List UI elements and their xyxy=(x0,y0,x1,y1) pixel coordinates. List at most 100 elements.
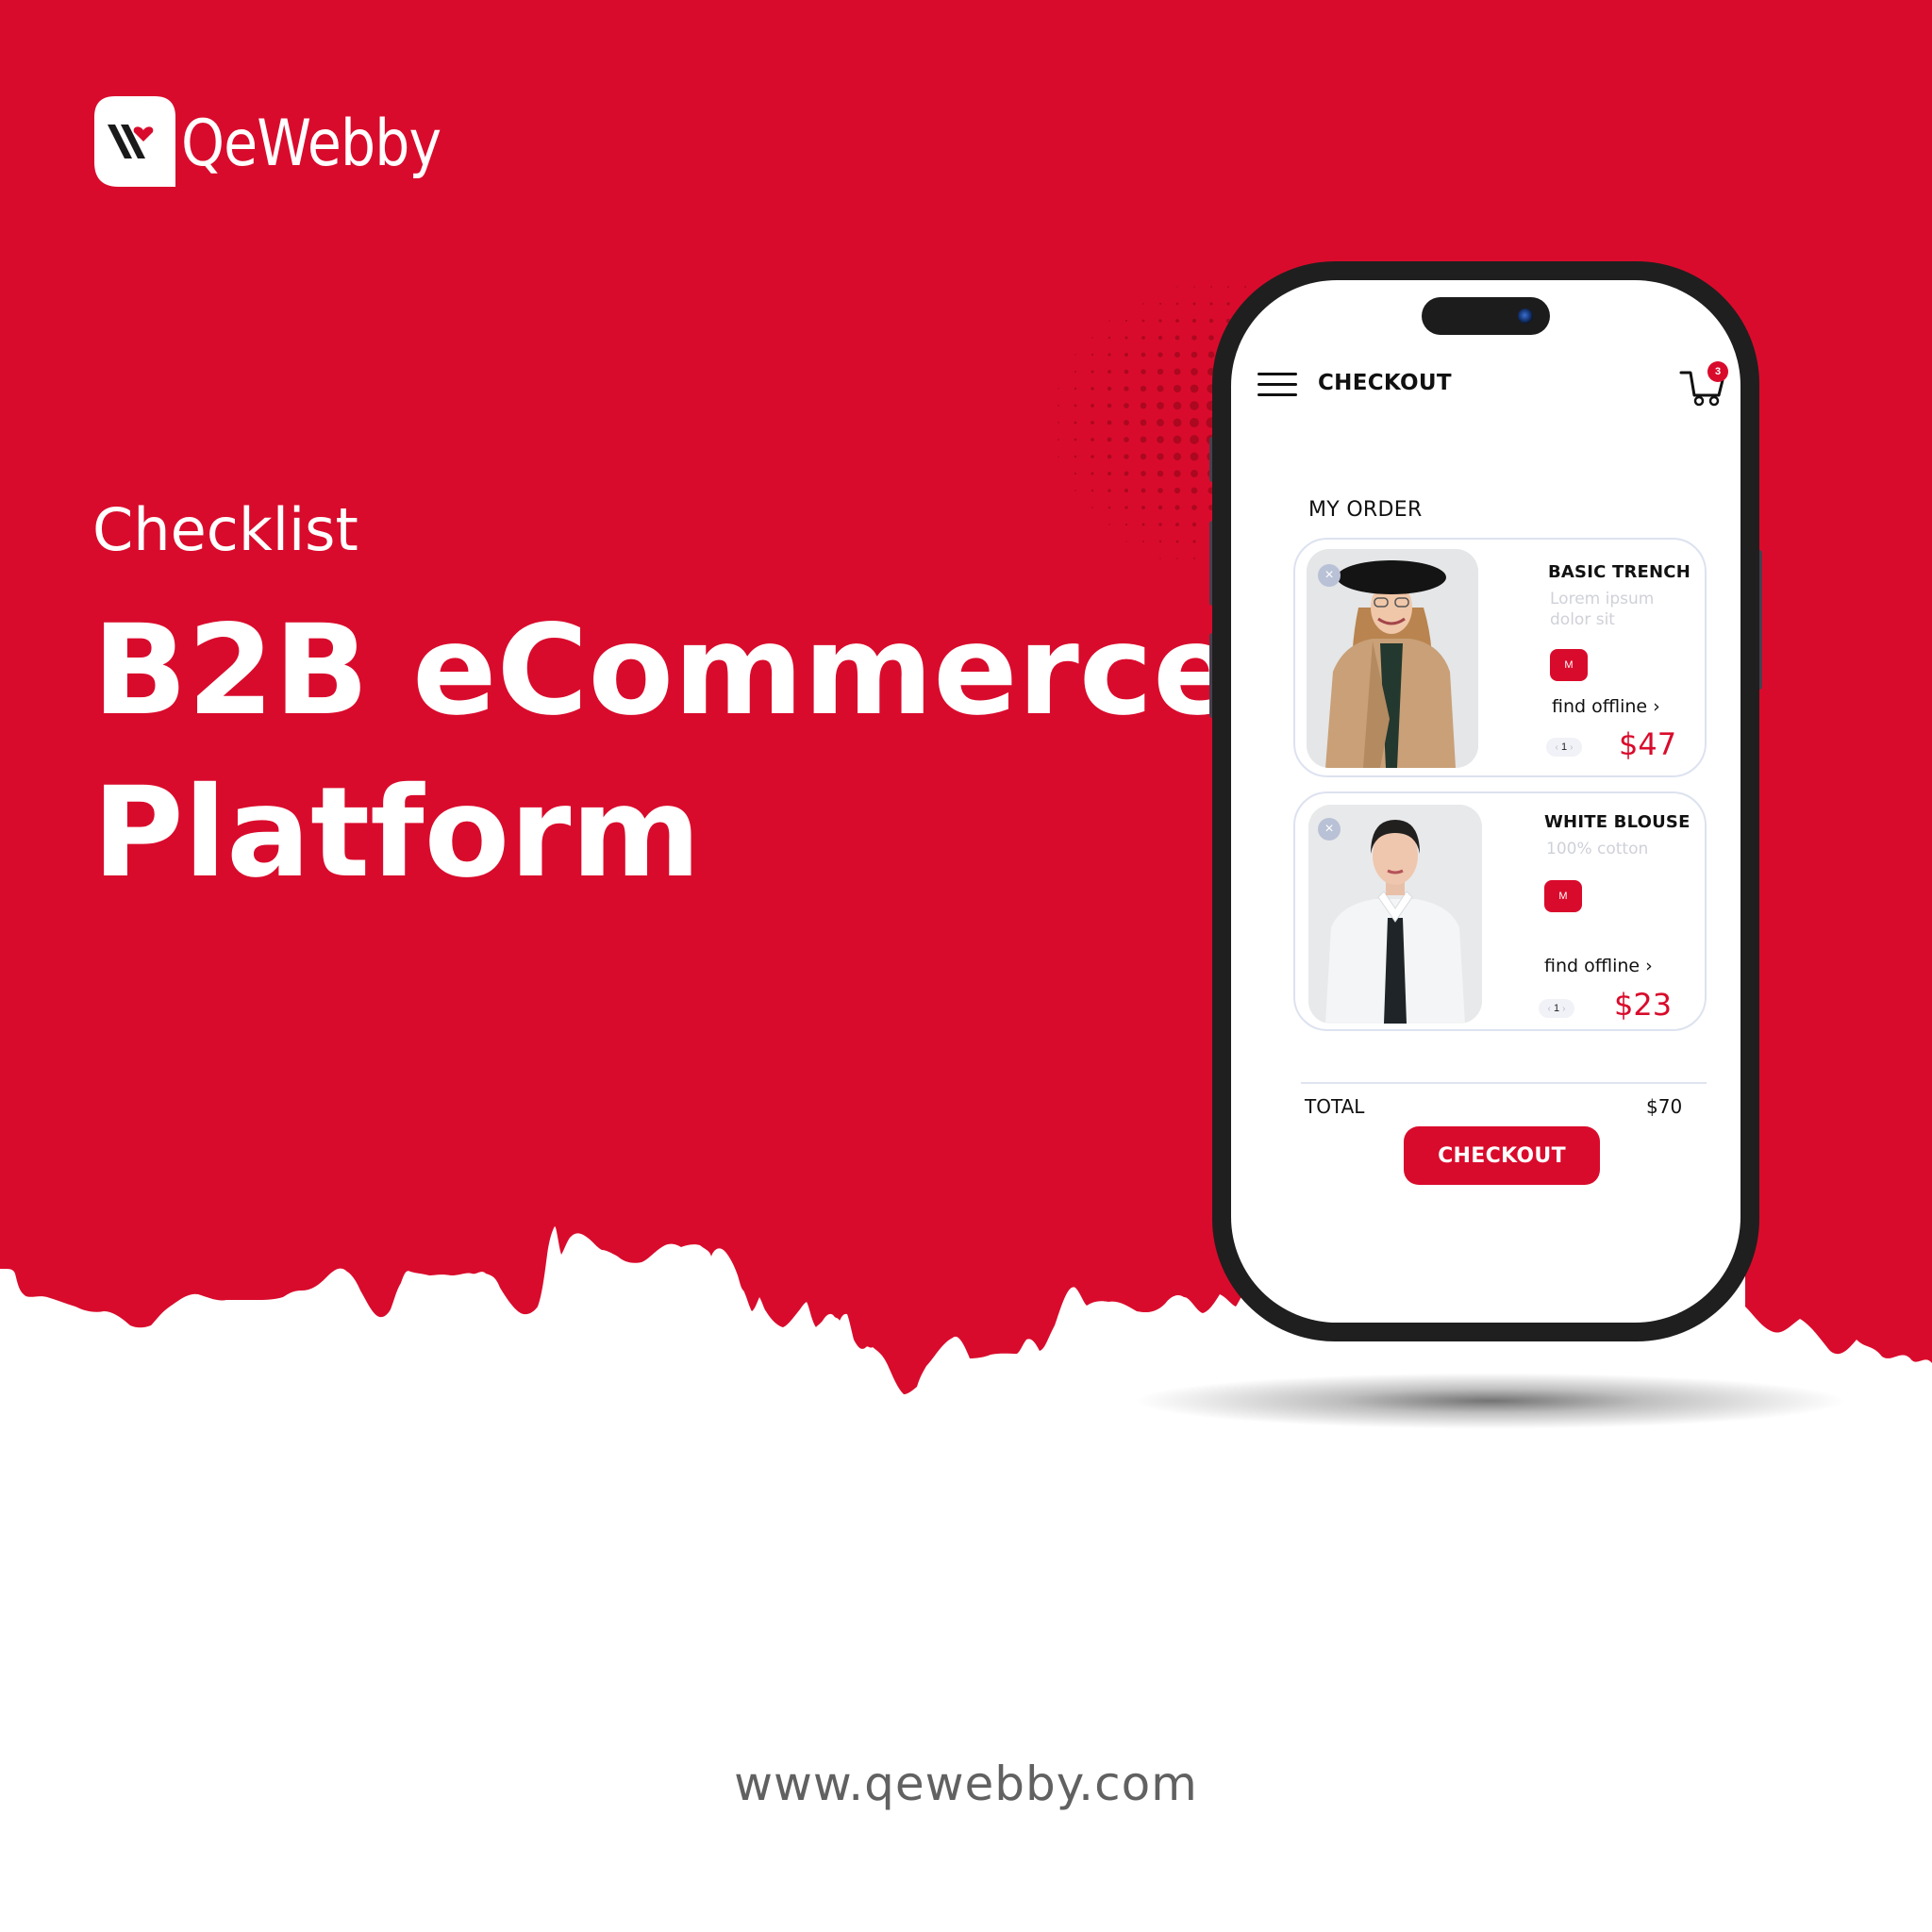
halftone-dot xyxy=(1157,470,1164,477)
halftone-dot xyxy=(1174,351,1181,358)
halftone-dot xyxy=(1124,336,1128,340)
dynamic-island xyxy=(1422,297,1550,335)
halftone-dot xyxy=(1191,522,1197,527)
halftone-dot xyxy=(1107,403,1112,408)
checkout-button[interactable]: CHECKOUT xyxy=(1404,1126,1600,1185)
halftone-dot xyxy=(1108,489,1111,492)
halftone-dot xyxy=(1191,351,1198,358)
halftone-dot xyxy=(1176,286,1178,288)
find-offline-link[interactable]: find offline › xyxy=(1552,696,1660,717)
halftone-dot xyxy=(1091,507,1093,508)
item-name: BASIC TRENCH xyxy=(1548,562,1690,582)
halftone-dot xyxy=(1058,422,1059,424)
halftone-dot xyxy=(1140,402,1147,409)
halftone-dot xyxy=(1108,353,1111,357)
item-price: $47 xyxy=(1619,726,1677,762)
size-badge[interactable]: M xyxy=(1550,649,1588,681)
halftone-dot xyxy=(1174,368,1181,375)
halftone-dot xyxy=(1140,385,1147,392)
halftone-dot xyxy=(1158,540,1162,543)
hamburger-menu-icon[interactable] xyxy=(1257,373,1297,397)
halftone-dot xyxy=(1124,437,1129,442)
halftone-dot xyxy=(1190,435,1199,444)
halftone-dot xyxy=(1091,353,1094,357)
halftone-dot xyxy=(1107,437,1112,442)
halftone-dot xyxy=(1091,387,1094,391)
halftone-dot xyxy=(1074,490,1076,491)
decrement-icon[interactable]: ‹ xyxy=(1548,1004,1551,1014)
halftone-dot xyxy=(1074,387,1077,391)
halftone-dot xyxy=(1124,319,1128,323)
decrement-icon[interactable]: ‹ xyxy=(1556,742,1558,753)
halftone-dot xyxy=(1174,470,1181,477)
quantity-stepper[interactable]: ‹ 1 › xyxy=(1539,999,1574,1018)
phone-screen: CHECKOUT 3 MY ORDER × BASIC TRENCH Lorem… xyxy=(1231,280,1740,1323)
item-price: $23 xyxy=(1614,987,1673,1023)
halftone-dot xyxy=(1124,454,1129,459)
phone-shadow xyxy=(1132,1373,1849,1429)
halftone-dot xyxy=(1124,369,1129,375)
halftone-dot xyxy=(1124,471,1129,476)
halftone-dot xyxy=(1173,452,1182,461)
quantity-value: 1 xyxy=(1560,741,1568,753)
halftone-dot xyxy=(1193,558,1195,559)
brand-name: QeWebby xyxy=(181,107,441,181)
size-badge[interactable]: M xyxy=(1544,880,1582,912)
halftone-dot xyxy=(1074,438,1077,441)
halftone-dot xyxy=(1157,453,1164,460)
halftone-dot xyxy=(1091,472,1094,475)
halftone-dot xyxy=(1191,505,1197,510)
total-divider xyxy=(1301,1082,1707,1084)
halftone-dot xyxy=(1190,401,1199,410)
halftone-dot xyxy=(1191,487,1198,494)
halftone-dot xyxy=(1074,404,1077,408)
halftone-dot xyxy=(1192,302,1196,306)
halftone-dot xyxy=(1157,368,1164,375)
halftone-dot xyxy=(1107,420,1112,425)
halftone-dot xyxy=(1158,302,1162,306)
increment-icon[interactable]: › xyxy=(1562,1004,1565,1014)
find-offline-label: find offline xyxy=(1544,956,1641,976)
halftone-dot xyxy=(1124,353,1128,357)
halftone-dot xyxy=(1190,384,1199,393)
find-offline-link[interactable]: find offline › xyxy=(1544,956,1653,976)
cart-button[interactable]: 3 xyxy=(1679,361,1728,408)
increment-icon[interactable]: › xyxy=(1570,742,1573,753)
halftone-dot xyxy=(1174,505,1180,510)
halftone-dot xyxy=(1244,286,1246,288)
halftone-dot xyxy=(1191,470,1198,477)
quantity-stepper[interactable]: ‹ 1 › xyxy=(1546,738,1582,757)
headline: B2B eCommerce Platform xyxy=(92,590,1238,914)
halftone-dot xyxy=(1108,370,1111,374)
halftone-dot xyxy=(1058,439,1059,441)
halftone-dot xyxy=(1074,354,1076,356)
order-item-card: × BASIC TRENCH Lorem ipsum dolor sit M f… xyxy=(1293,538,1707,777)
item-description: Lorem ipsum dolor sit xyxy=(1550,590,1655,629)
item-name: WHITE BLOUSE xyxy=(1544,812,1690,832)
halftone-dot xyxy=(1141,488,1146,493)
halftone-dot xyxy=(1191,318,1197,324)
halftone-dot xyxy=(1158,352,1163,358)
app-header: CHECKOUT 3 xyxy=(1231,361,1740,407)
halftone-dot xyxy=(1174,335,1180,341)
remove-item-button[interactable]: × xyxy=(1318,818,1341,841)
halftone-dot xyxy=(1140,436,1147,443)
camera-icon xyxy=(1518,308,1533,324)
eyebrow-label: Checklist xyxy=(92,495,358,564)
halftone-dot xyxy=(1091,421,1094,425)
remove-item-button[interactable]: × xyxy=(1318,564,1341,587)
halftone-dot xyxy=(1124,420,1129,425)
halftone-dot xyxy=(1091,489,1094,492)
halftone-dot xyxy=(1173,401,1182,410)
qewebby-logo-icon xyxy=(94,96,185,187)
halftone-dot xyxy=(1124,506,1128,509)
halftone-dot xyxy=(1091,337,1093,339)
halftone-dot xyxy=(1142,303,1144,305)
website-url[interactable]: www.qewebby.com xyxy=(0,1757,1932,1811)
halftone-dot xyxy=(1141,506,1145,509)
brand-logo[interactable]: QeWebby xyxy=(94,94,483,189)
halftone-dot xyxy=(1174,385,1181,392)
halftone-dot xyxy=(1174,487,1181,494)
cart-count-badge: 3 xyxy=(1707,361,1728,382)
halftone-dot xyxy=(1190,452,1199,461)
